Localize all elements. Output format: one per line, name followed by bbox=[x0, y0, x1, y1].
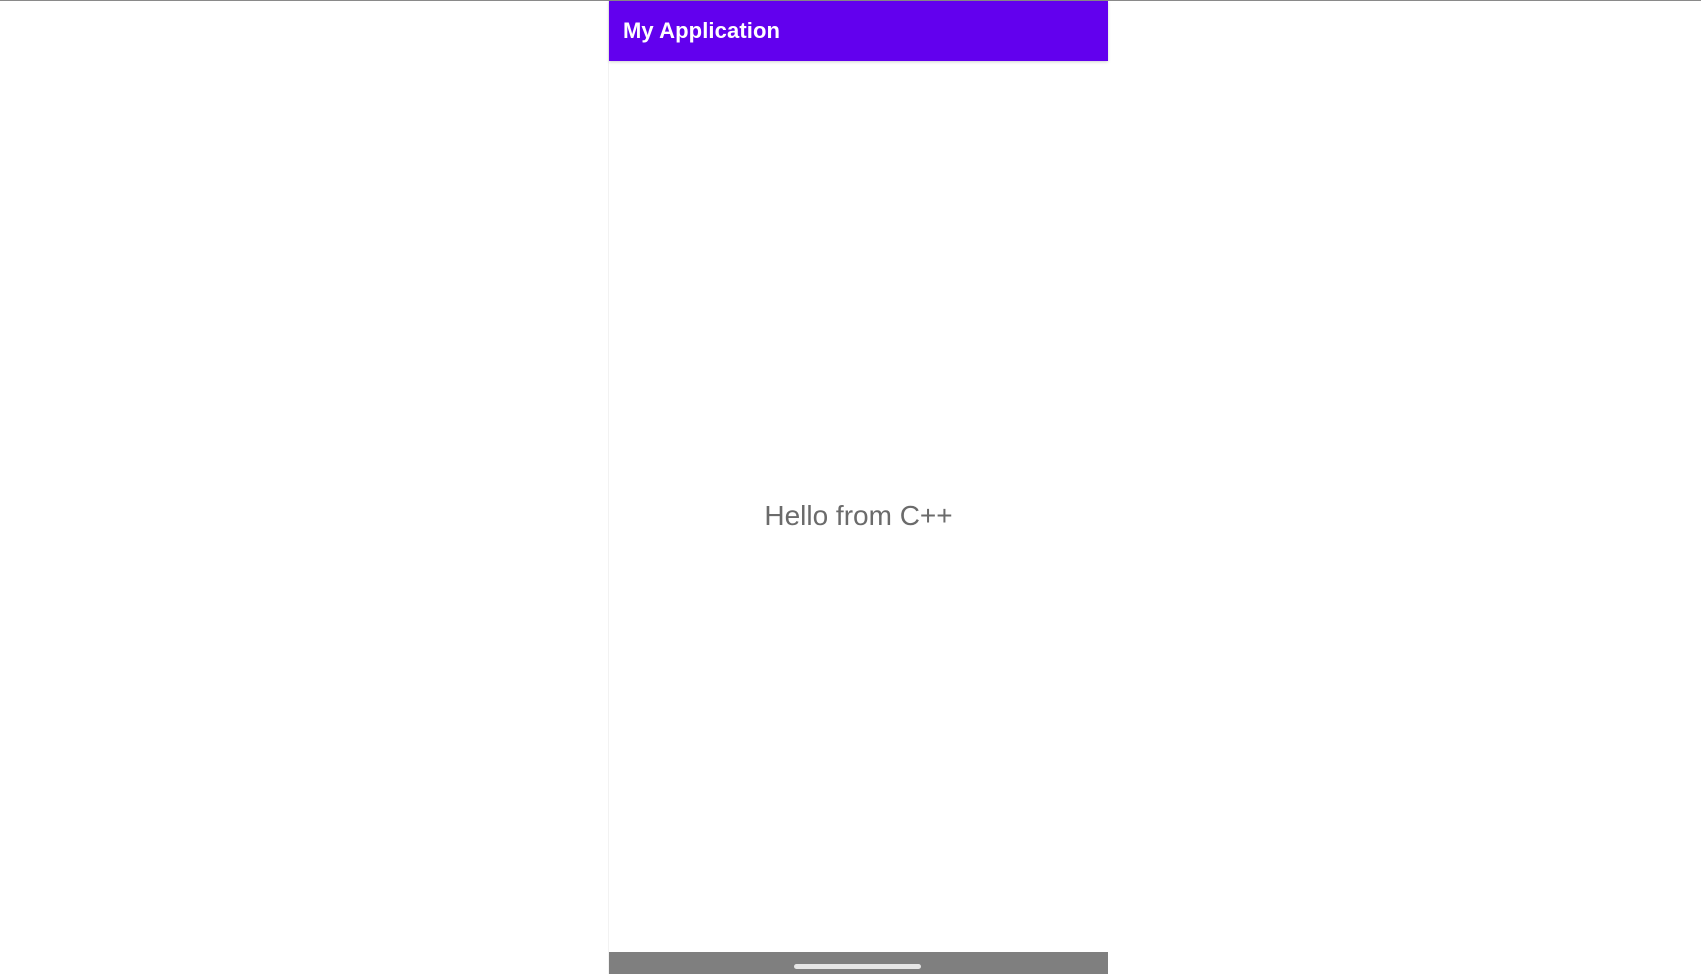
app-title: My Application bbox=[623, 18, 781, 43]
home-gesture-handle-icon[interactable] bbox=[794, 964, 921, 969]
app-bar: My Application bbox=[609, 1, 1108, 61]
device-screen: My Application Hello from C++ bbox=[608, 1, 1108, 974]
system-navigation-bar bbox=[609, 952, 1108, 974]
greeting-text: Hello from C++ bbox=[764, 499, 953, 531]
main-content: Hello from C++ bbox=[609, 61, 1108, 952]
